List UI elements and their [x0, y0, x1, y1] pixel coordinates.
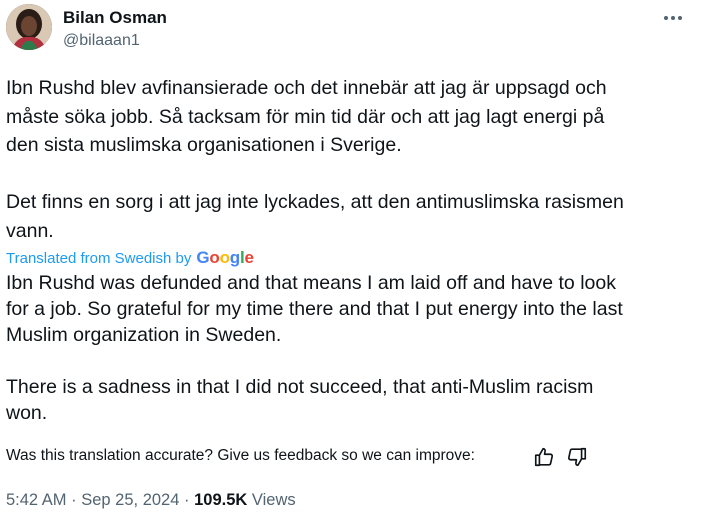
views-label: Views	[251, 491, 296, 509]
tweet-date[interactable]: Sep 25, 2024	[81, 491, 179, 510]
google-logo: Google	[196, 248, 254, 267]
avatar-image	[6, 4, 52, 50]
translated-label: Translated from Swedish by	[6, 250, 192, 267]
thumbs-down-button[interactable]	[566, 446, 588, 468]
translation-feedback-prompt: Was this translation accurate? Give us f…	[6, 447, 475, 464]
author-name[interactable]: Bilan Osman	[63, 8, 167, 28]
more-options-button[interactable]	[658, 6, 688, 30]
thumbs-down-icon	[567, 447, 587, 467]
tweet-time[interactable]: 5:42 AM	[6, 491, 67, 510]
views-count: 109.5K	[194, 491, 248, 509]
avatar[interactable]	[6, 4, 52, 50]
thumbs-up-icon	[534, 447, 554, 467]
author-handle[interactable]: @bilaaan1	[63, 32, 140, 50]
more-horizontal-icon	[664, 16, 682, 20]
tweet-meta: 5:42 AM · Sep 25, 2024 · 109.5K Views	[6, 491, 296, 510]
thumbs-up-button[interactable]	[533, 446, 555, 468]
translated-from-link[interactable]: Translated from Swedish by Google	[6, 248, 254, 268]
tweet-original-text: Ibn Rushd blev avfinansierade och det in…	[6, 77, 624, 242]
tweet-translated-text: Ibn Rushd was defunded and that means I …	[6, 272, 623, 424]
